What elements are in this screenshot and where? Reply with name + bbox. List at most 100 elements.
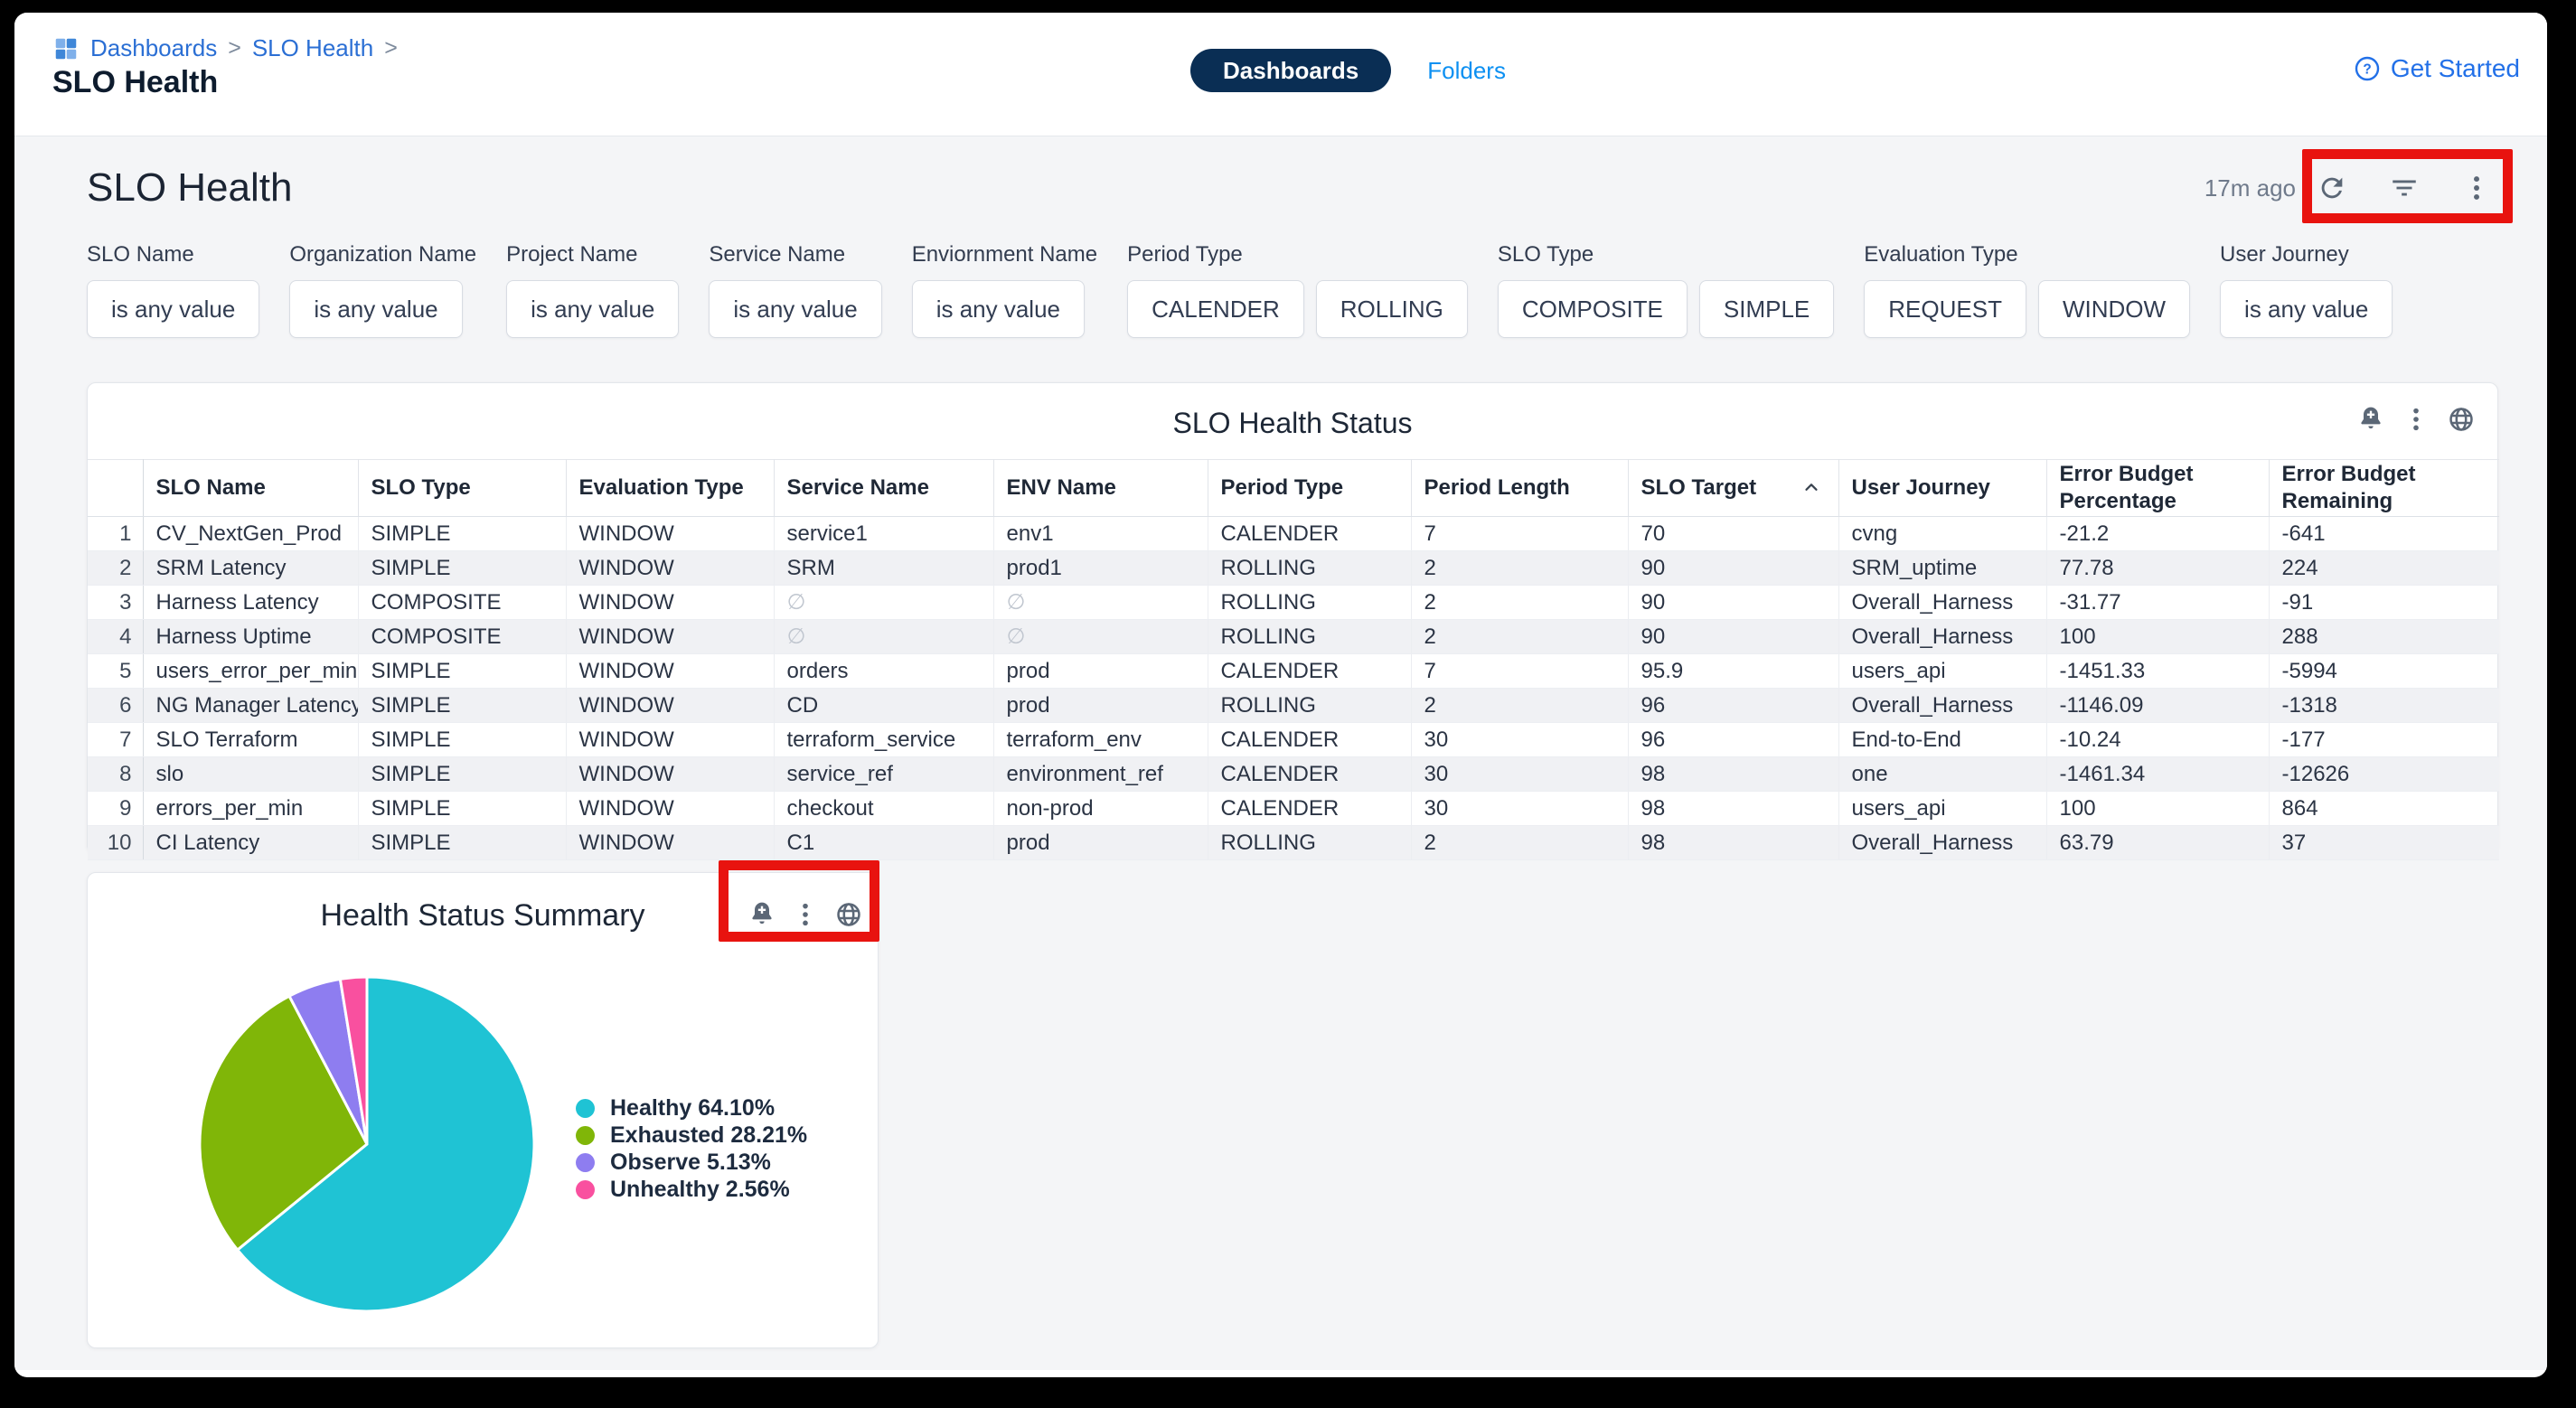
table-cell: CALENDER (1208, 792, 1411, 826)
bell-plus-icon[interactable] (747, 900, 776, 929)
globe-icon[interactable] (2447, 405, 2476, 434)
table-cell: SIMPLE (358, 826, 566, 860)
table-cell: -1461.34 (2046, 757, 2269, 792)
filter-value-button-is-any-value[interactable]: is any value (709, 280, 881, 338)
table-cell: SIMPLE (358, 792, 566, 826)
table-cell: checkout (774, 792, 993, 826)
tab-folders[interactable]: Folders (1427, 57, 1506, 85)
table-cell: ∅ (774, 586, 993, 620)
column-header-slo-name[interactable]: SLO Name (143, 460, 358, 517)
table-row[interactable]: 2SRM LatencySIMPLEWINDOWSRMprod1ROLLING2… (88, 551, 2499, 586)
column-header-error-budget-percentage[interactable]: Error Budget Percentage (2046, 460, 2269, 517)
kebab-icon[interactable] (2402, 405, 2430, 434)
column-header-user-journey[interactable]: User Journey (1838, 460, 2046, 517)
kebab-icon[interactable] (2440, 163, 2513, 213)
row-number: 10 (88, 826, 143, 860)
legend-item-observe[interactable]: Observe 5.13% (576, 1150, 807, 1175)
table-cell: SIMPLE (358, 517, 566, 551)
bell-plus-icon[interactable] (2356, 405, 2385, 434)
filter-value-button-is-any-value[interactable]: is any value (506, 280, 679, 338)
filter-value-button-is-any-value[interactable]: is any value (289, 280, 462, 338)
kebab-icon[interactable] (791, 900, 820, 929)
table-row[interactable]: 4Harness UptimeCOMPOSITEWINDOW∅∅ROLLING2… (88, 620, 2499, 654)
filter-value-button-request[interactable]: REQUEST (1864, 280, 2026, 338)
table-cell: WINDOW (566, 757, 774, 792)
get-started-link[interactable]: ? Get Started (2353, 54, 2520, 83)
table-cell: one (1838, 757, 2046, 792)
filter-value-button-is-any-value[interactable]: is any value (2220, 280, 2393, 338)
filter-value-button-is-any-value[interactable]: is any value (87, 280, 259, 338)
row-number: 4 (88, 620, 143, 654)
dashboards-grid-icon (52, 35, 80, 62)
column-header-error-budget-remaining[interactable]: Error Budget Remaining (2269, 460, 2499, 517)
table-cell: 30 (1411, 723, 1628, 757)
table-cell: users_api (1838, 792, 2046, 826)
filter-group-user-journey: User Journeyis any value (2220, 242, 2393, 338)
view-tabs: Dashboards Folders (1190, 49, 1506, 92)
legend-label: Observe 5.13% (610, 1150, 771, 1175)
table-row[interactable]: 7SLO TerraformSIMPLEWINDOWterraform_serv… (88, 723, 2499, 757)
table-row[interactable]: 5users_error_per_minSIMPLEWINDOWorderspr… (88, 654, 2499, 689)
breadcrumb-link-slo-health[interactable]: SLO Health (252, 34, 373, 62)
tab-dashboards[interactable]: Dashboards (1190, 49, 1391, 92)
table-row[interactable]: 1CV_NextGen_ProdSIMPLEWINDOWservice1env1… (88, 517, 2499, 551)
help-icon: ? (2353, 54, 2382, 83)
table-cell: SIMPLE (358, 654, 566, 689)
column-header-row-number (88, 460, 143, 517)
breadcrumb: Dashboards > SLO Health > (52, 34, 398, 62)
refresh-icon[interactable] (2296, 163, 2368, 213)
filter-values: is any value (87, 280, 259, 338)
filter-value-button-rolling[interactable]: ROLLING (1316, 280, 1468, 338)
dashboard-toolbar-right: 17m ago (2205, 163, 2513, 213)
table-cell: prod (993, 654, 1208, 689)
table-cell: SIMPLE (358, 689, 566, 723)
legend-dot (576, 1099, 595, 1118)
filter-group-period-type: Period TypeCALENDERROLLING (1127, 242, 1468, 338)
table-row[interactable]: 9errors_per_minSIMPLEWINDOWcheckoutnon-p… (88, 792, 2499, 826)
column-header-evaluation-type[interactable]: Evaluation Type (566, 460, 774, 517)
table-cell: NG Manager Latency (143, 689, 358, 723)
table-head: SLO NameSLO TypeEvaluation TypeService N… (88, 460, 2499, 517)
filter-value-button-window[interactable]: WINDOW (2038, 280, 2190, 338)
column-header-period-length[interactable]: Period Length (1411, 460, 1628, 517)
filter-bar: SLO Nameis any valueOrganization Nameis … (87, 242, 2393, 338)
table-cell: -641 (2269, 517, 2499, 551)
table-cell: Harness Uptime (143, 620, 358, 654)
filter-value-button-composite[interactable]: COMPOSITE (1498, 280, 1688, 338)
legend-label: Exhausted 28.21% (610, 1122, 807, 1148)
table-row[interactable]: 3Harness LatencyCOMPOSITEWINDOW∅∅ROLLING… (88, 586, 2499, 620)
filter-values: is any value (912, 280, 1097, 338)
table-row[interactable]: 6NG Manager LatencySIMPLEWINDOWCDprodROL… (88, 689, 2499, 723)
table-cell: 90 (1628, 586, 1838, 620)
legend-item-exhausted[interactable]: Exhausted 28.21% (576, 1122, 807, 1148)
table-cell: prod (993, 826, 1208, 860)
filter-value-button-simple[interactable]: SIMPLE (1699, 280, 1834, 338)
table-row[interactable]: 10CI LatencySIMPLEWINDOWC1prodROLLING298… (88, 826, 2499, 860)
legend-item-healthy[interactable]: Healthy 64.10% (576, 1095, 807, 1121)
filter-value-button-is-any-value[interactable]: is any value (912, 280, 1085, 338)
column-header-service-name[interactable]: Service Name (774, 460, 993, 517)
page-title: SLO Health (52, 65, 218, 100)
table-cell: ROLLING (1208, 620, 1411, 654)
column-header-slo-target[interactable]: SLO Target (1628, 460, 1838, 517)
table-cell: 90 (1628, 620, 1838, 654)
table-cell: non-prod (993, 792, 1208, 826)
table-row[interactable]: 8sloSIMPLEWINDOWservice_refenvironment_r… (88, 757, 2499, 792)
column-header-period-type[interactable]: Period Type (1208, 460, 1411, 517)
globe-icon[interactable] (834, 900, 863, 929)
table-cell: SIMPLE (358, 723, 566, 757)
filter-label: Evaluation Type (1864, 242, 2190, 268)
breadcrumb-link-dashboards[interactable]: Dashboards (90, 34, 217, 62)
table-cell: Overall_Harness (1838, 826, 2046, 860)
column-header-slo-type[interactable]: SLO Type (358, 460, 566, 517)
last-refresh-label: 17m ago (2205, 174, 2296, 202)
filter-values: is any value (2220, 280, 2393, 338)
null-value: ∅ (787, 624, 806, 649)
column-header-env-name[interactable]: ENV Name (993, 460, 1208, 517)
filter-icon[interactable] (2368, 163, 2440, 213)
table-cell: Harness Latency (143, 586, 358, 620)
filter-value-button-calender[interactable]: CALENDER (1127, 280, 1304, 338)
table-cell: 98 (1628, 757, 1838, 792)
legend-item-unhealthy[interactable]: Unhealthy 2.56% (576, 1177, 807, 1202)
table-cell: -31.77 (2046, 586, 2269, 620)
